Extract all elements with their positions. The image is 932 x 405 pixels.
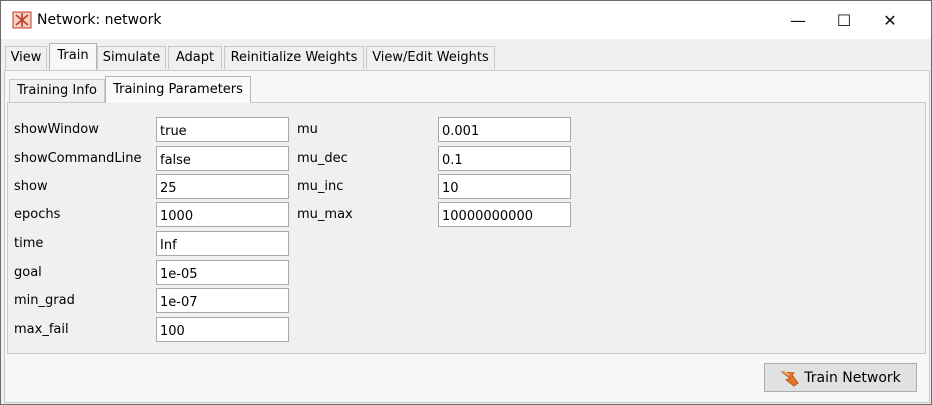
param-label-mu-max: mu_max (297, 207, 353, 222)
subtab-training-parameters[interactable]: Training Parameters (105, 76, 251, 103)
minimize-button[interactable]: — (775, 1, 821, 39)
param-field-mu-inc[interactable] (438, 174, 571, 199)
param-label-show: show (14, 179, 48, 194)
train-icon (780, 369, 799, 386)
param-label-epochs: epochs (14, 207, 61, 222)
network-app-icon (12, 11, 32, 29)
param-label-mu: mu (297, 122, 318, 137)
maximize-button[interactable]: ☐ (821, 1, 867, 39)
app-window: Network: network — ☐ ✕ View Train Simula… (0, 0, 932, 405)
param-label-showcommandline: showCommandLine (14, 151, 142, 166)
param-field-time[interactable] (156, 231, 289, 256)
tab-view-edit-weights[interactable]: View/Edit Weights (366, 46, 495, 69)
tab-view[interactable]: View (5, 46, 47, 69)
param-field-show[interactable] (156, 174, 289, 199)
tab-train[interactable]: Train (49, 43, 97, 70)
title-bar: Network: network — ☐ ✕ (1, 1, 931, 39)
param-field-min-grad[interactable] (156, 288, 289, 313)
subtab-training-info[interactable]: Training Info (9, 79, 105, 102)
param-label-mu-inc: mu_inc (297, 179, 344, 194)
param-field-epochs[interactable] (156, 202, 289, 227)
train-network-label: Train Network (804, 369, 901, 386)
param-label-min-grad: min_grad (14, 293, 75, 308)
window-title: Network: network (37, 12, 162, 28)
param-label-mu-dec: mu_dec (297, 151, 348, 166)
param-field-mu[interactable] (438, 117, 571, 142)
param-field-showcommandline[interactable] (156, 146, 289, 171)
param-label-showwindow: showWindow (14, 122, 99, 137)
param-field-max-fail[interactable] (156, 317, 289, 342)
param-label-max-fail: max_fail (14, 322, 69, 337)
close-button[interactable]: ✕ (867, 1, 913, 39)
param-field-goal[interactable] (156, 260, 289, 285)
train-network-button[interactable]: Train Network (764, 363, 917, 392)
tab-simulate[interactable]: Simulate (97, 46, 166, 69)
param-field-mu-max[interactable] (438, 202, 571, 227)
param-label-goal: goal (14, 265, 42, 280)
param-field-mu-dec[interactable] (438, 146, 571, 171)
tab-reinitialize-weights[interactable]: Reinitialize Weights (224, 46, 364, 69)
tab-adapt[interactable]: Adapt (168, 46, 222, 69)
param-label-time: time (14, 236, 44, 251)
param-field-showwindow[interactable] (156, 117, 289, 142)
